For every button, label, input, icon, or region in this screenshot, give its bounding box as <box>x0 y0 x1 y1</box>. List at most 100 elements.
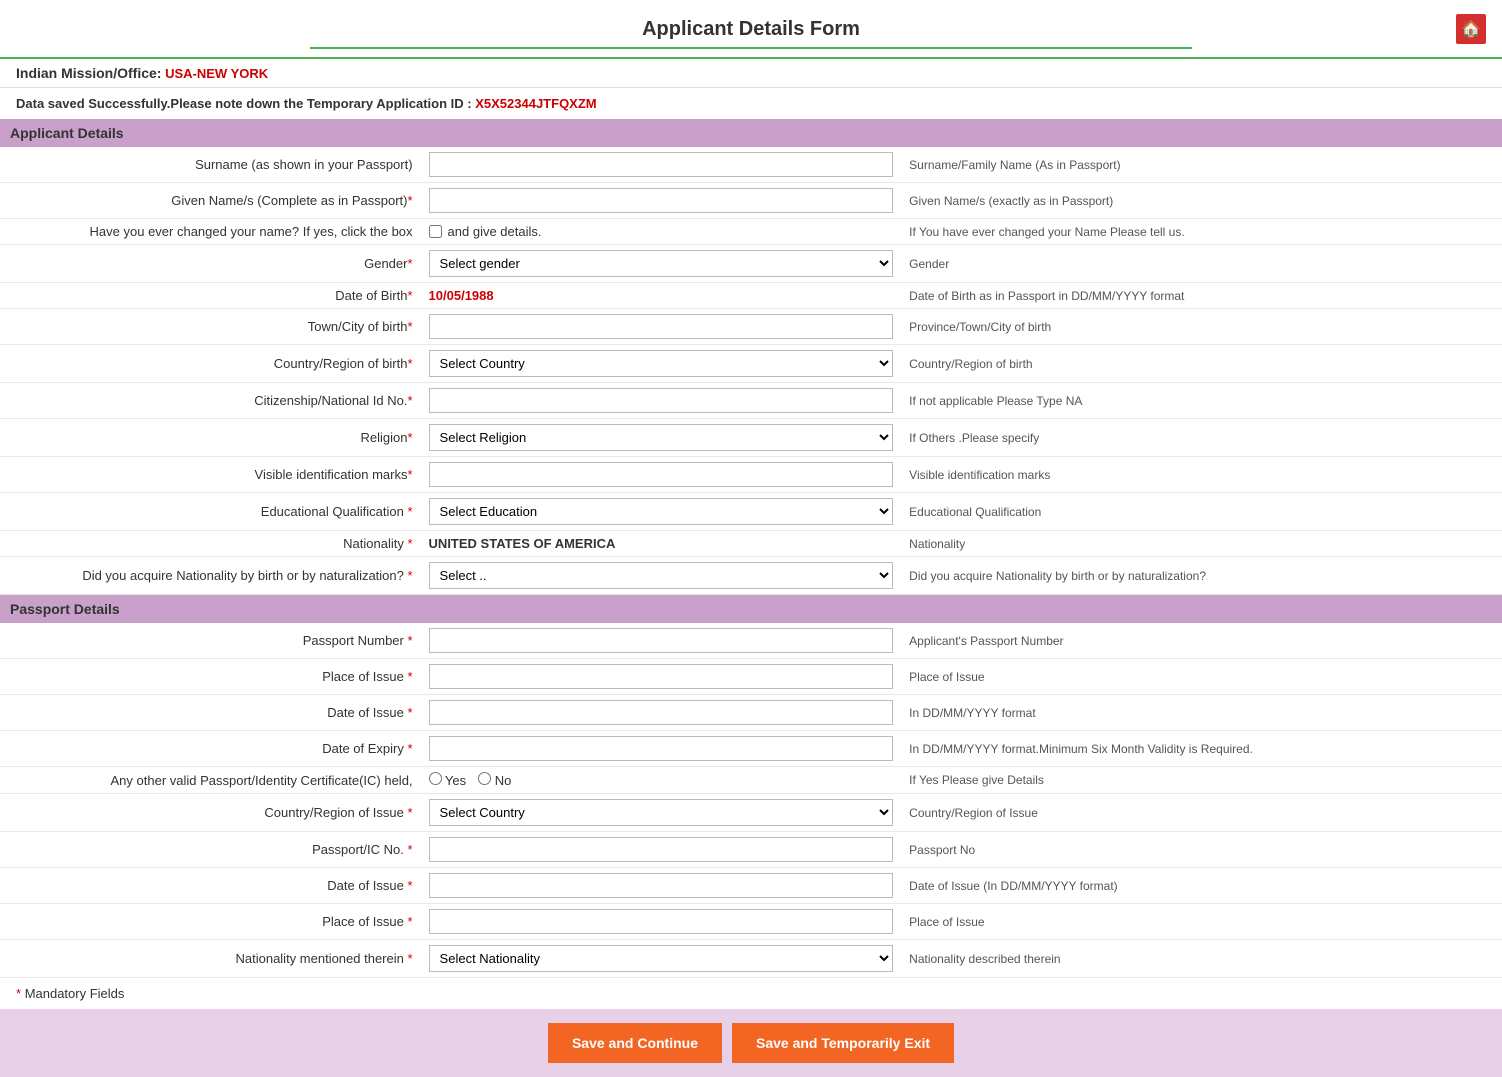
ic-place-issue-input[interactable] <box>429 909 894 934</box>
nationality-acquisition-hint: Did you acquire Nationality by birth or … <box>901 557 1502 595</box>
app-id: X5X52344JTFQXZM <box>475 96 596 111</box>
passport-ic-no-input[interactable] <box>429 837 894 862</box>
religion-select-cell: Select Religion Hindu Muslim Christian S… <box>421 419 902 457</box>
table-row: Religion* Select Religion Hindu Muslim C… <box>0 419 1502 457</box>
other-passport-yes-radio[interactable] <box>429 772 442 785</box>
page-wrapper: Applicant Details Form 🏠 Indian Mission/… <box>0 0 1502 1077</box>
city-birth-label: Town/City of birth* <box>0 309 421 345</box>
mandatory-text: Mandatory Fields <box>25 986 125 1001</box>
passport-form-table: Passport Number * Applicant's Passport N… <box>0 623 1502 978</box>
passport-ic-no-hint: Passport No <box>901 832 1502 868</box>
nationality-acquisition-select-cell: Select .. By Birth By Naturalization <box>421 557 902 595</box>
city-birth-input-cell <box>421 309 902 345</box>
table-row: Passport Number * Applicant's Passport N… <box>0 623 1502 659</box>
passport-date-issue-hint: In DD/MM/YYYY format <box>901 695 1502 731</box>
ic-place-issue-label: Place of Issue * <box>0 904 421 940</box>
other-passport-no-label: No <box>478 772 511 788</box>
passport-ic-no-label: Passport/IC No. * <box>0 832 421 868</box>
given-name-input[interactable] <box>429 188 894 213</box>
passport-date-expiry-label: Date of Expiry * <box>0 731 421 767</box>
table-row: Did you acquire Nationality by birth or … <box>0 557 1502 595</box>
education-select[interactable]: Select Education Below Matric Matric Hig… <box>429 498 894 525</box>
passport-number-input[interactable] <box>429 628 894 653</box>
table-row: Visible identification marks* Visible id… <box>0 457 1502 493</box>
footer-buttons: Save and Continue Save and Temporarily E… <box>0 1009 1502 1077</box>
applicant-form-table: Surname (as shown in your Passport) Surn… <box>0 147 1502 595</box>
table-row: Town/City of birth* Province/Town/City o… <box>0 309 1502 345</box>
nationality-therein-select-cell: Select Nationality <box>421 940 902 978</box>
religion-label: Religion* <box>0 419 421 457</box>
passport-place-issue-hint: Place of Issue <box>901 659 1502 695</box>
table-row: Date of Expiry * In DD/MM/YYYY format.Mi… <box>0 731 1502 767</box>
nationality-value: UNITED STATES OF AMERICA <box>429 536 616 551</box>
table-row: Educational Qualification * Select Educa… <box>0 493 1502 531</box>
nationality-therein-hint: Nationality described therein <box>901 940 1502 978</box>
table-row name-change-row: Have you ever changed your name? If yes,… <box>0 219 1502 245</box>
nationality-acquisition-label: Did you acquire Nationality by birth or … <box>0 557 421 595</box>
id-marks-input[interactable] <box>429 462 894 487</box>
name-change-input-cell: and give details. <box>421 219 902 245</box>
table-row: Surname (as shown in your Passport) Surn… <box>0 147 1502 183</box>
table-row: Passport/IC No. * Passport No <box>0 832 1502 868</box>
ic-date-issue-input[interactable] <box>429 873 894 898</box>
mission-label: Indian Mission/Office: <box>16 65 161 81</box>
name-change-checkbox-label: and give details. <box>429 224 894 239</box>
passport-date-expiry-input[interactable] <box>429 736 894 761</box>
save-continue-button[interactable]: Save and Continue <box>548 1023 722 1063</box>
id-marks-label: Visible identification marks* <box>0 457 421 493</box>
country-birth-select[interactable]: Select Country <box>429 350 894 377</box>
other-passport-no-radio[interactable] <box>478 772 491 785</box>
passport-date-issue-input[interactable] <box>429 700 894 725</box>
passport-number-label: Passport Number * <box>0 623 421 659</box>
surname-hint: Surname/Family Name (As in Passport) <box>901 147 1502 183</box>
ic-place-issue-input-cell <box>421 904 902 940</box>
table-row: Date of Issue * In DD/MM/YYYY format <box>0 695 1502 731</box>
nationality-acquisition-select[interactable]: Select .. By Birth By Naturalization <box>429 562 894 589</box>
home-icon[interactable]: 🏠 <box>1456 14 1486 44</box>
surname-input[interactable] <box>429 152 894 177</box>
passport-place-issue-input[interactable] <box>429 664 894 689</box>
gender-hint: Gender <box>901 245 1502 283</box>
national-id-input[interactable] <box>429 388 894 413</box>
table-row: Nationality * UNITED STATES OF AMERICA N… <box>0 531 1502 557</box>
other-passport-label: Any other valid Passport/Identity Certif… <box>0 767 421 794</box>
other-passport-radio-cell: Yes No <box>421 767 902 794</box>
table-row: Date of Birth* 10/05/1988 Date of Birth … <box>0 283 1502 309</box>
name-change-label: Have you ever changed your name? If yes,… <box>0 219 421 245</box>
other-passport-yes-label: Yes <box>429 772 467 788</box>
dob-hint: Date of Birth as in Passport in DD/MM/YY… <box>901 283 1502 309</box>
passport-date-issue-input-cell <box>421 695 902 731</box>
religion-select[interactable]: Select Religion Hindu Muslim Christian S… <box>429 424 894 451</box>
other-country-issue-select[interactable]: Select Country <box>429 799 894 826</box>
table-row: Given Name/s (Complete as in Passport)* … <box>0 183 1502 219</box>
nationality-therein-select[interactable]: Select Nationality <box>429 945 894 972</box>
city-birth-input[interactable] <box>429 314 894 339</box>
id-marks-input-cell <box>421 457 902 493</box>
table-row: Place of Issue * Place of Issue <box>0 659 1502 695</box>
gender-select-cell: Select gender Male Female Other <box>421 245 902 283</box>
national-id-label: Citizenship/National Id No.* <box>0 383 421 419</box>
table-row: Date of Issue * Date of Issue (In DD/MM/… <box>0 868 1502 904</box>
table-row: Place of Issue * Place of Issue <box>0 904 1502 940</box>
religion-hint: If Others .Please specify <box>901 419 1502 457</box>
other-country-issue-select-cell: Select Country <box>421 794 902 832</box>
surname-input-cell <box>421 147 902 183</box>
name-change-checkbox[interactable] <box>429 225 442 238</box>
saved-message: Data saved Successfully.Please note down… <box>0 88 1502 119</box>
name-change-text: and give details. <box>448 224 542 239</box>
country-birth-select-cell: Select Country <box>421 345 902 383</box>
passport-date-issue-label: Date of Issue * <box>0 695 421 731</box>
passport-place-issue-label: Place of Issue * <box>0 659 421 695</box>
mission-value: USA-NEW YORK <box>165 66 268 81</box>
top-bar: Indian Mission/Office: USA-NEW YORK <box>0 59 1502 88</box>
save-exit-button[interactable]: Save and Temporarily Exit <box>732 1023 954 1063</box>
nationality-value-cell: UNITED STATES OF AMERICA <box>421 531 902 557</box>
country-birth-label: Country/Region of birth* <box>0 345 421 383</box>
education-hint: Educational Qualification <box>901 493 1502 531</box>
mandatory-note: * Mandatory Fields <box>0 978 1502 1009</box>
table-row: Nationality mentioned therein * Select N… <box>0 940 1502 978</box>
other-country-issue-hint: Country/Region of Issue <box>901 794 1502 832</box>
passport-date-expiry-hint: In DD/MM/YYYY format.Minimum Six Month V… <box>901 731 1502 767</box>
gender-select[interactable]: Select gender Male Female Other <box>429 250 894 277</box>
page-title: Applicant Details Form <box>310 8 1192 49</box>
